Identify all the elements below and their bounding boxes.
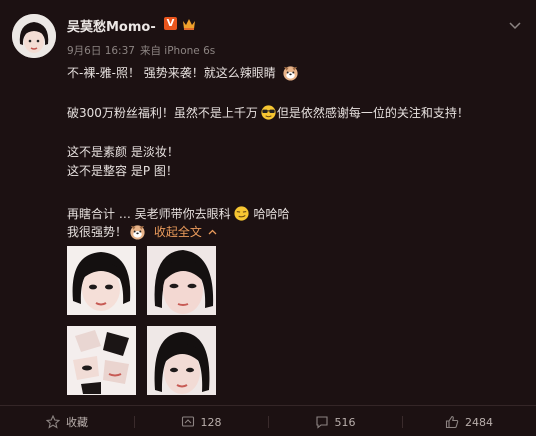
post-source: 来自 iPhone 6s: [139, 45, 216, 57]
chevron-up-icon: [208, 229, 217, 235]
repost-icon: [181, 416, 194, 427]
post-text: 不-裸-雅-照！ 强势来袭！就这么辣眼睛: [67, 66, 276, 80]
cool-sunglasses-emoji-icon: [261, 105, 276, 120]
favorite-button[interactable]: 收藏: [0, 408, 134, 436]
member-crown-icon: [182, 16, 196, 30]
post-text-line: 再瞎合计 … 吴老师带你去眼科 哈哈哈: [67, 205, 289, 222]
post-time[interactable]: 9月6日 16:37: [67, 45, 135, 57]
post-text-line: 我很强势！ 收起全文: [67, 223, 217, 240]
action-bar-divider: [0, 405, 536, 406]
like-count: 2484: [465, 415, 493, 429]
post-text: 哈哈哈: [253, 207, 290, 221]
post-text: 再瞎合计 … 吴老师带你去眼科: [67, 207, 231, 221]
collapse-label: 收起全文: [153, 225, 202, 239]
repost-count: 128: [200, 415, 222, 429]
husky-emoji-icon: [130, 225, 145, 240]
chevron-down-icon[interactable]: [508, 16, 522, 30]
comment-button[interactable]: 516: [268, 408, 402, 436]
post-meta: 9月6日 16:37 来自 iPhone 6s: [67, 43, 220, 58]
photo-thumbnail[interactable]: [147, 246, 216, 315]
post-text: 但是依然感谢每一位的关注和支持！: [276, 106, 469, 120]
favorite-label: 收藏: [66, 416, 88, 429]
photo-thumbnail[interactable]: [67, 326, 136, 395]
verified-badge-icon: V: [164, 17, 177, 30]
smirk-emoji-icon: [234, 206, 249, 221]
post-text-line: 这不是素颜 是淡妆！: [67, 145, 179, 159]
husky-emoji-icon: [283, 66, 298, 81]
comment-icon: [315, 416, 328, 429]
post-text-line: 不-裸-雅-照！ 强势来袭！就这么辣眼睛: [67, 64, 299, 81]
post-text: 我很强势！: [67, 225, 128, 239]
star-icon: [46, 415, 60, 429]
repost-button[interactable]: 128: [134, 408, 268, 436]
photo-thumbnail[interactable]: [67, 246, 136, 315]
post-text-line: 这不是整容 是P 图！: [67, 164, 178, 178]
post-text: 破300万粉丝福利！虽然不是上千万: [67, 106, 258, 120]
collapse-full-text-link[interactable]: 收起全文: [154, 225, 217, 239]
photo-thumbnail[interactable]: [147, 326, 216, 395]
comment-count: 516: [334, 415, 356, 429]
weibo-post-card: 吴莫愁Momo- V 9月6日 16:37 来自 iPhone 6s 不-裸-雅-…: [0, 0, 536, 436]
thumbs-up-icon: [445, 415, 459, 429]
like-button[interactable]: 2484: [402, 408, 536, 436]
post-text-line: 破300万粉丝福利！虽然不是上千万 但是依然感谢每一位的关注和支持！: [67, 104, 469, 121]
username[interactable]: 吴莫愁Momo-: [67, 16, 156, 35]
avatar[interactable]: [12, 14, 56, 58]
